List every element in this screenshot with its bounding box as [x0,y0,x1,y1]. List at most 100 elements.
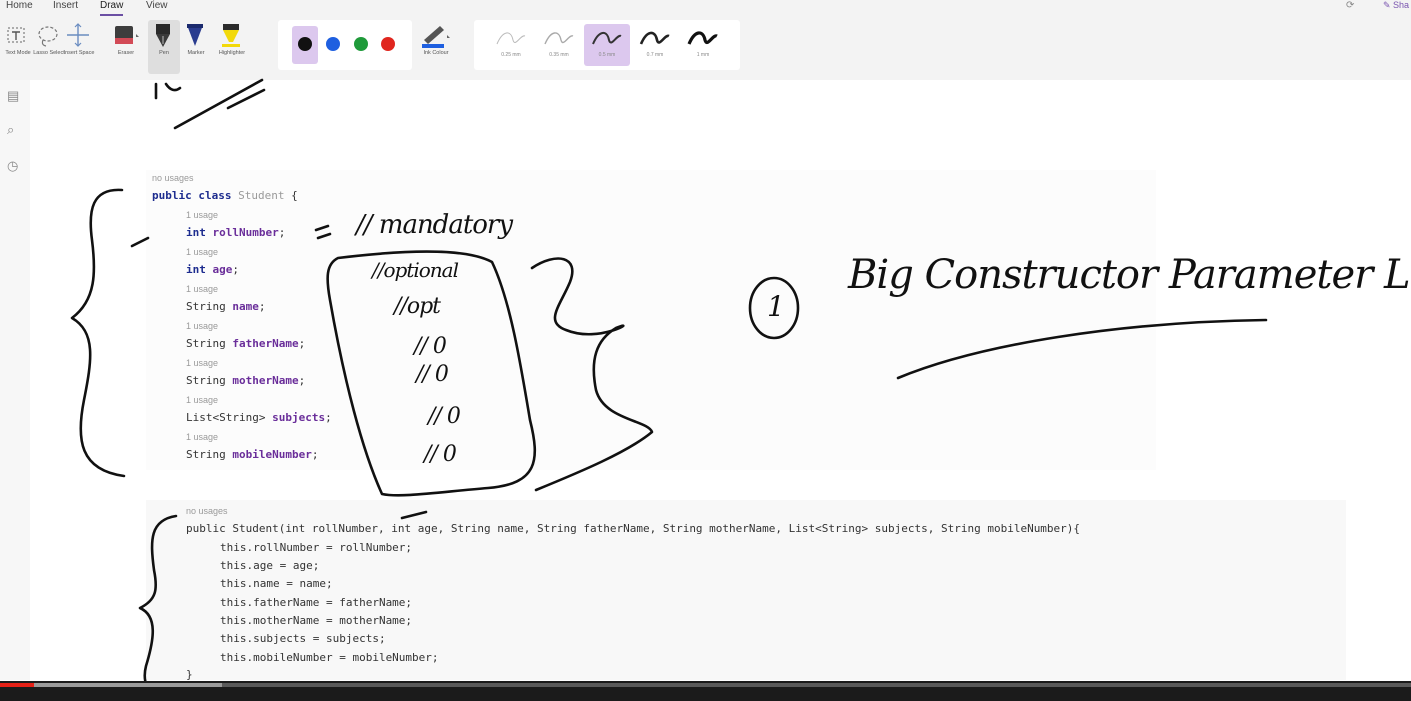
color-red-button[interactable] [375,26,401,64]
thickness-05-label: 0.5 mm [598,52,616,58]
highlighter-label: Highlighter [218,50,246,56]
field-line: List<String> subjects; [186,411,332,424]
text-mode-label: Text Mode [5,50,31,56]
ink-color-palette [278,20,412,70]
color-red-swatch [381,37,395,51]
assignment-line: this.rollNumber = rollNumber; [220,541,413,554]
thickness-05-button[interactable]: 0.5 mm [584,24,630,66]
field-line: String mobileNumber; [186,448,319,461]
progress-played [0,683,34,687]
usage-hint: 1 usage [186,358,219,368]
class-name: Student [238,189,285,202]
assignment-line: this.motherName = motherName; [220,614,413,627]
field-name: name [232,300,259,313]
ink-zero-note: // 0 [416,362,449,387]
eraser-icon [115,26,139,44]
ink-zero-note: // 0 [424,442,457,467]
usage-hint: no usages [186,506,228,516]
color-black-swatch [298,37,312,51]
ink-colour-label: Ink Colour [423,50,449,56]
field-line: String motherName; [186,374,306,387]
field-type: int [186,226,206,239]
thickness-035-label: 0.35 mm [549,52,569,58]
code-screenshot-class [146,170,1156,470]
share-button[interactable]: ✎ Sha [1383,0,1409,11]
thickness-025-button[interactable]: 0.25 mm [488,24,534,66]
ink-number-one: 1 [767,290,785,323]
field-name: subjects [272,411,326,424]
search-icon[interactable]: ⌕ [7,122,14,138]
lasso-select-button[interactable]: Lasso Select [33,20,65,74]
highlighter-button[interactable]: Highlighter [216,20,248,74]
ink-opt-note: //opt [394,294,441,319]
thickness-1-label: 1 mm [696,52,710,58]
field-name: motherName [232,374,299,387]
ink-heading: Big Constructor Parameter List [848,252,1411,298]
stroke-thin-icon [496,32,526,45]
field-type: String [186,300,226,313]
assignment-line: this.age = age; [220,559,320,572]
usage-hint: 1 usage [186,284,219,294]
stroke-thin-icon [544,32,574,45]
usage-hint: 1 usage [186,210,219,220]
pen-icon [156,24,170,47]
ink-colour-icon [422,26,450,48]
notebook-icon[interactable]: ▤ [7,88,19,104]
draw-ribbon: Text Mode Lasso Select Insert Space Eras… [0,16,1411,81]
field-type: List<String> [186,411,266,424]
lasso-label: Lasso Select [33,50,65,56]
tab-draw[interactable]: Draw [100,0,124,16]
pen-button[interactable]: Pen [148,20,180,74]
assignment-line: this.subjects = subjects; [220,632,386,645]
marker-icon [187,24,203,46]
class-declaration: public class Student { [152,190,1411,202]
marker-label: Marker [187,50,205,56]
text-mode-icon [7,27,25,43]
field-name: mobileNumber [232,448,312,461]
color-blue-swatch [326,37,340,51]
class-brace: { [291,189,298,202]
field-line: String name; [186,300,266,313]
ink-mandatory-note: // mandatory [356,210,513,240]
tab-view[interactable]: View [146,0,168,14]
menu-bar: Home Insert Draw View ⟳ ✎ Sha [0,0,1411,16]
text-mode-button[interactable]: Text Mode [2,20,34,74]
left-sidebar: ▤ ⌕ ◷ [0,80,31,680]
usage-hint: 1 usage [186,432,219,442]
marker-button[interactable]: Marker [180,20,212,74]
color-green-button[interactable] [348,26,374,64]
history-icon[interactable]: ◷ [7,158,18,174]
sync-icon[interactable]: ⟳ [1346,0,1354,11]
field-name: rollNumber [212,226,279,239]
video-progress-bar[interactable] [0,681,1411,701]
field-type: String [186,448,226,461]
class-keyword: public class [152,189,232,202]
thickness-1-button[interactable]: 1 mm [680,24,726,66]
stroke-medium-icon [592,32,622,45]
insert-space-button[interactable]: Insert Space [63,20,95,74]
assignment-line: this.fatherName = fatherName; [220,596,413,609]
color-green-swatch [354,37,368,51]
color-black-button[interactable] [292,26,318,64]
insert-space-icon [67,23,89,47]
thickness-035-button[interactable]: 0.35 mm [536,24,582,66]
eraser-button[interactable]: Eraser [110,20,142,74]
ink-zero-note: // 0 [414,334,447,359]
pen-label: Pen [159,50,169,56]
field-type: String [186,337,226,350]
assignment-line: this.name = name; [220,577,333,590]
lasso-icon [38,26,58,47]
color-blue-button[interactable] [320,26,346,64]
usage-hint: 1 usage [186,321,219,331]
ink-optional-note: //optional [372,258,459,282]
tab-insert[interactable]: Insert [53,0,78,14]
thickness-07-button[interactable]: 0.7 mm [632,24,678,66]
ink-colour-button[interactable]: Ink Colour [418,20,454,74]
field-type: String [186,374,226,387]
closing-brace: } [186,668,193,681]
assignment-line: this.mobileNumber = mobileNumber; [220,651,439,664]
ink-zero-note: // 0 [428,404,461,429]
thickness-025-label: 0.25 mm [501,52,521,58]
tab-home[interactable]: Home [6,0,33,14]
thickness-07-label: 0.7 mm [646,52,664,58]
